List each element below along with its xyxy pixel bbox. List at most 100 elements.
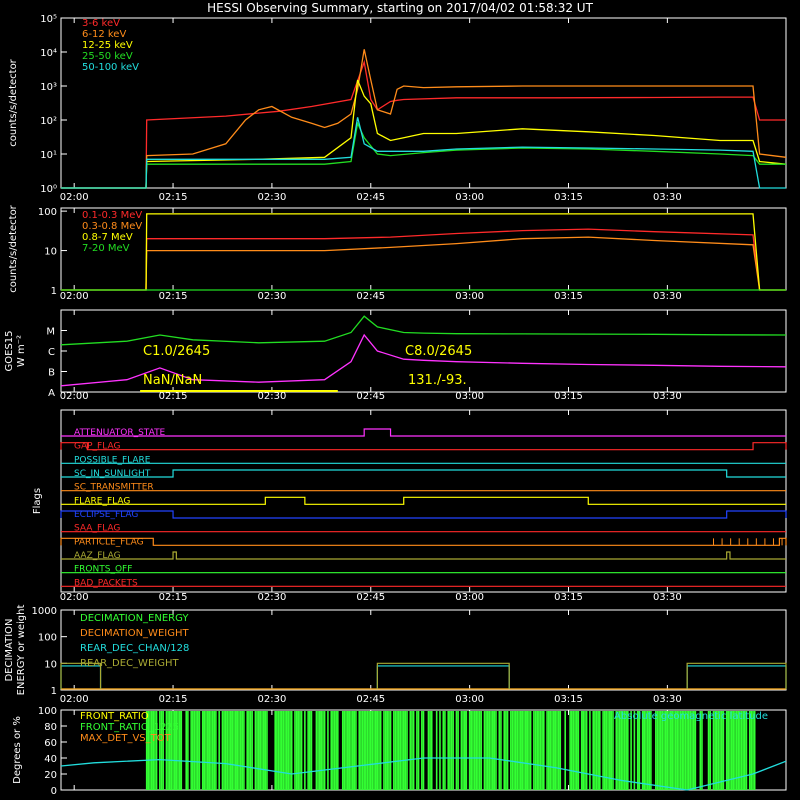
decimation-xtick-label: 03:30: [653, 694, 682, 705]
lc-high-ytick-label: 1: [51, 286, 57, 297]
flags-xtick-label: 02:30: [257, 592, 286, 603]
goes-annotation: 131./-93.: [408, 373, 467, 388]
ratios-front-ratio-bars: [145, 711, 756, 790]
decimation-ytick-label: 10: [44, 659, 57, 670]
ratios-legend-entry: FRONT_RATIO_1225: [80, 722, 179, 733]
lc-high-legend-entry: 0.8-7 MeV: [82, 232, 133, 243]
ratios-ytick-label: 40: [44, 754, 57, 765]
ratios-legend-entry: FRONT_RATIO: [80, 711, 149, 722]
decimation-xtick-label: 02:15: [159, 694, 188, 705]
decimation-step: [686, 665, 787, 689]
flag-label: ATTENUATOR_STATE: [74, 428, 166, 438]
flags-xtick-label: 02:45: [356, 592, 385, 603]
lc-low-legend-entry: 50-100 keV: [82, 62, 139, 73]
flags-xtick-label: 02:00: [60, 592, 89, 603]
decimation-step: [376, 662, 510, 689]
flag-label: BAD_PACKETS: [74, 578, 138, 588]
lc-low-xtick-label: 03:15: [554, 192, 583, 203]
ratios-ylabel: Degrees or %: [12, 716, 23, 784]
ratios-legend-entry: MAX_DET_VS_TOT: [80, 733, 172, 744]
flag-label: POSSIBLE_FLARE: [74, 455, 151, 465]
lc-high-xtick-label: 02:15: [159, 291, 188, 302]
flag-label: PARTICLE_FLAG: [74, 537, 144, 547]
decimation-xtick-label: 03:00: [455, 694, 484, 705]
lc-low-ytick-label: 10¹: [40, 150, 57, 161]
flag-label: ECLIPSE_FLAG: [74, 510, 138, 520]
lc-high-xtick-label: 03:00: [455, 291, 484, 302]
lc-high-frame: [60, 207, 787, 291]
flag-line: [61, 469, 786, 478]
lc-high-xtick-label: 02:00: [60, 291, 89, 302]
lc-high-series-line: [61, 213, 786, 291]
lc-high-xtick-label: 02:45: [356, 291, 385, 302]
decimation-step: [376, 665, 510, 689]
lc-high-series-line: [61, 228, 786, 291]
decimation-ylabel: DECIMATION: [4, 618, 15, 681]
lc-low-legend-entry: 12-25 keV: [82, 40, 133, 51]
flag-label: SC_TRANSMITTER: [74, 483, 154, 493]
decimation-xtick-label: 02:00: [60, 694, 89, 705]
goes-xtick-label: 02:00: [60, 391, 89, 402]
flag-line: [60, 537, 787, 546]
lc-high-xtick-label: 02:30: [257, 291, 286, 302]
flag-label: AAZ_FLAG: [74, 551, 121, 561]
lc-low-xtick-label: 02:30: [257, 192, 286, 203]
decimation-ytick-label: 1: [51, 686, 57, 697]
decimation-xtick-label: 02:30: [257, 694, 286, 705]
goes-xtick-label: 03:15: [554, 391, 583, 402]
decimation-legend-entry: REAR_DEC_WEIGHT: [80, 658, 179, 669]
decimation-ylabel-2: ENERGY or weight: [16, 605, 27, 696]
goes-annotation: NaN/NaN: [143, 373, 202, 388]
panels: 02:00 02:15 02:30 02:45 03:00 03:15 03:30 count…: [4, 14, 787, 797]
decimation-step: [60, 665, 102, 689]
lc-low-ytick-label: 10²: [40, 116, 57, 127]
lc-low-legend-entry: 25-50 keV: [82, 51, 133, 62]
goes-xtick-label: 03:30: [653, 391, 682, 402]
lc-high-ytick-label: 10: [44, 247, 57, 258]
goes-xtick-label: 02:15: [159, 391, 188, 402]
decimation-legend-entry: REAR_DEC_CHAN/128: [80, 643, 189, 654]
ratios-ytick-label: 20: [44, 770, 57, 781]
goes-series-line: [60, 315, 787, 346]
decimation-legend-entry: DECIMATION_ENERGY: [80, 613, 189, 624]
lc-low-ytick-label: 10⁵: [40, 14, 57, 25]
flag-label: FRONTS_OFF: [74, 565, 132, 575]
lc-high-legend-entry: 0.3-0.8 MeV: [82, 221, 142, 232]
ratios-legend-entry: Absolute geomagnetic latitude: [614, 711, 768, 722]
goes-class-label: B: [48, 368, 55, 379]
goes-class-label: M: [46, 327, 55, 338]
lc-low-frame: [60, 17, 787, 189]
lc-high-ytick-label: 100: [38, 207, 57, 218]
flags-xtick-label: 03:00: [455, 592, 484, 603]
flags-xtick-label: 03:30: [653, 592, 682, 603]
flag-label: SAA_FLAG: [74, 524, 120, 534]
goes-annotation: C8.0/2645: [405, 344, 472, 359]
lc-low-xtick-label: 03:30: [653, 192, 682, 203]
goes-xtick-label: 02:45: [356, 391, 385, 402]
flag-line: [61, 551, 786, 560]
lc-low-xtick-label: 02:45: [356, 192, 385, 203]
goes-ylabel: GOES15: [4, 330, 15, 371]
ratios-ytick-label: 60: [44, 738, 57, 749]
decimation-ytick-label: 1000: [32, 606, 57, 617]
ratios-ytick-label: 80: [44, 722, 57, 733]
lc-low-series-line: [61, 79, 787, 189]
lc-low-xtick-label: 02:15: [159, 192, 188, 203]
goes-units: W m⁻²: [16, 335, 27, 367]
hessi-summary-chart: HESSI Observing Summary, starting on 201…: [4, 1, 787, 797]
flag-label: SC_IN_SUNLIGHT: [74, 469, 151, 479]
flag-line: [60, 442, 787, 451]
flags-xtick-label: 03:15: [554, 592, 583, 603]
goes-xtick-label: 02:30: [257, 391, 286, 402]
flag-line: [61, 496, 786, 505]
lc-low-xtick-label: 03:00: [455, 192, 484, 203]
lc-high-legend-entry: 0.1-0.3 MeV: [82, 210, 142, 221]
decimation-xtick-label: 02:45: [356, 694, 385, 705]
lc-high-series-line: [61, 236, 786, 291]
lc-high-legend-entry: 7-20 MeV: [82, 243, 130, 254]
goes-xtick-label: 03:00: [455, 391, 484, 402]
decimation-ytick-label: 100: [38, 633, 57, 644]
decimation-xtick-label: 03:15: [554, 694, 583, 705]
lc-high-ylabel: counts/s/detector: [8, 204, 19, 292]
goes-class-label: C: [48, 347, 55, 358]
